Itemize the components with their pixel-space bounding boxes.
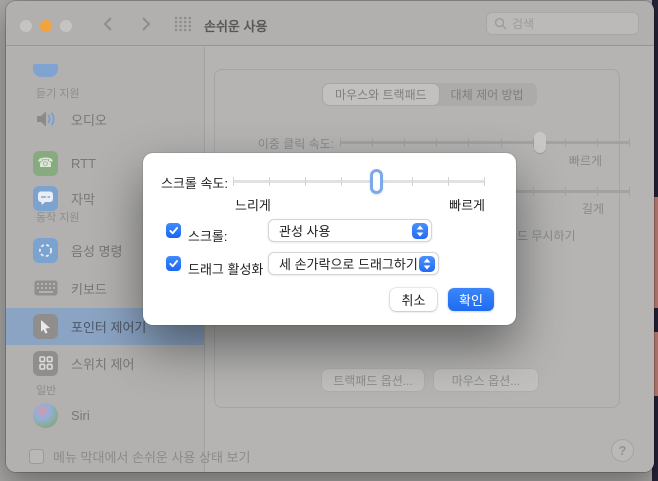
captions-bubble-icon (33, 185, 58, 211)
sidebar-item-label: Siri (71, 407, 90, 423)
scroll-checkbox[interactable] (166, 223, 181, 238)
chevron-left-icon (103, 17, 112, 31)
tab-mouse-trackpad[interactable]: 마우스와 트랙패드 (323, 84, 439, 105)
desktop: 손쉬운 사용 검색 듣기 지원 오디오 ☎ RTT 자막 동작 지원 음성 명령… (0, 0, 658, 481)
voice-control-icon (33, 237, 58, 263)
search-placeholder: 검색 (512, 17, 535, 31)
popup-chevrons-icon (412, 222, 428, 239)
question-mark-icon: ? (618, 443, 627, 458)
scroll-speed-slider[interactable] (233, 169, 485, 194)
checkbox-label: 메뉴 막대에서 손쉬운 사용 상태 보기 (53, 450, 251, 465)
forward-button[interactable] (140, 15, 152, 33)
trackpad-options-button[interactable]: 트랙패드 옵션... (322, 369, 424, 391)
cancel-button[interactable]: 취소 (390, 288, 437, 311)
slow-label: 느리게 (235, 198, 271, 213)
slider-knob[interactable] (370, 169, 384, 194)
slider-knob[interactable] (534, 132, 547, 153)
chevron-right-icon (142, 17, 151, 31)
help-button[interactable]: ? (611, 439, 634, 462)
checkbox-unchecked-icon[interactable] (29, 449, 44, 464)
long-label: 길게 (581, 202, 604, 216)
audio-speaker-icon (33, 107, 58, 132)
tab-alternate-control[interactable]: 대체 제어 방법 (439, 84, 536, 105)
titlebar: 손쉬운 사용 검색 (6, 1, 654, 46)
sidebar-item-label: 포인터 제어기 (71, 320, 147, 335)
search-icon (494, 17, 507, 30)
close-button[interactable] (20, 20, 32, 32)
back-button[interactable] (102, 15, 114, 33)
fast-label: 빠르게 (568, 154, 602, 168)
popup-value: 세 손가락으로 드래그하기 (279, 257, 418, 272)
drag-checkbox[interactable] (166, 256, 181, 271)
popup-chevrons-icon (419, 255, 435, 272)
sidebar-item-switch-control[interactable]: 스위치 제어 (6, 346, 204, 380)
mouse-options-button[interactable]: 마우스 옵션... (434, 369, 538, 391)
sidebar-item-label: 스위치 제어 (71, 356, 135, 372)
keyboard-icon (33, 276, 58, 301)
scroll-speed-label: 스크롤 속도: (160, 176, 228, 191)
pointer-cursor-icon (33, 314, 58, 339)
zoom-button[interactable] (60, 20, 72, 32)
sidebar-section-general: 일반 (36, 385, 57, 397)
siri-orb-icon (33, 402, 58, 428)
checkmark-icon (169, 227, 178, 235)
checkmark-icon (169, 260, 178, 268)
scroll-checkbox-label: 스크롤: (188, 229, 228, 244)
drag-style-popup[interactable]: 세 손가락으로 드래그하기 (268, 252, 439, 275)
sidebar-item-label: 자막 (71, 191, 95, 207)
sidebar-item-label: RTT (71, 155, 97, 171)
sidebar-item-label: 오디오 (71, 112, 107, 128)
show-all-grid-icon[interactable] (174, 16, 192, 37)
clipped-sidebar-icon (33, 64, 58, 77)
show-accessibility-status-checkbox[interactable]: 메뉴 막대에서 손쉬운 사용 상태 보기 (29, 447, 250, 466)
sidebar-item-audio[interactable]: 오디오 (6, 102, 204, 136)
scroll-options-dialog: 스크롤 속도: 느리게 빠르게 스크롤: 관성 사용 드래그 활성화 세 손가락… (143, 153, 516, 325)
drag-checkbox-label: 드래그 활성화 (188, 262, 264, 277)
rtt-phone-icon: ☎ (33, 150, 58, 176)
popup-value: 관성 사용 (279, 224, 331, 239)
ok-button[interactable]: 확인 (448, 288, 494, 311)
sidebar-item-label: 키보드 (71, 281, 107, 297)
double-click-speed-slider[interactable] (340, 132, 630, 153)
scroll-mode-popup[interactable]: 관성 사용 (268, 219, 432, 242)
sidebar-item-label: 음성 명령 (71, 243, 123, 259)
sidebar-section-motor: 동작 지원 (36, 212, 80, 224)
sidebar-section-hearing: 듣기 지원 (36, 88, 80, 100)
search-input[interactable]: 검색 (486, 12, 639, 35)
tab-bar: 마우스와 트랙패드 대체 제어 방법 (322, 83, 537, 106)
ignore-trackpad-label-fragment: 드 무시하기 (517, 229, 576, 243)
minimize-button[interactable] (40, 20, 52, 32)
double-click-speed-label: 이중 클릭 속도: (257, 137, 334, 151)
sidebar-item-siri[interactable]: Siri (6, 398, 204, 432)
page-title: 손쉬운 사용 (204, 19, 268, 34)
fast-label: 빠르게 (449, 198, 485, 213)
switch-control-icon (33, 350, 58, 376)
